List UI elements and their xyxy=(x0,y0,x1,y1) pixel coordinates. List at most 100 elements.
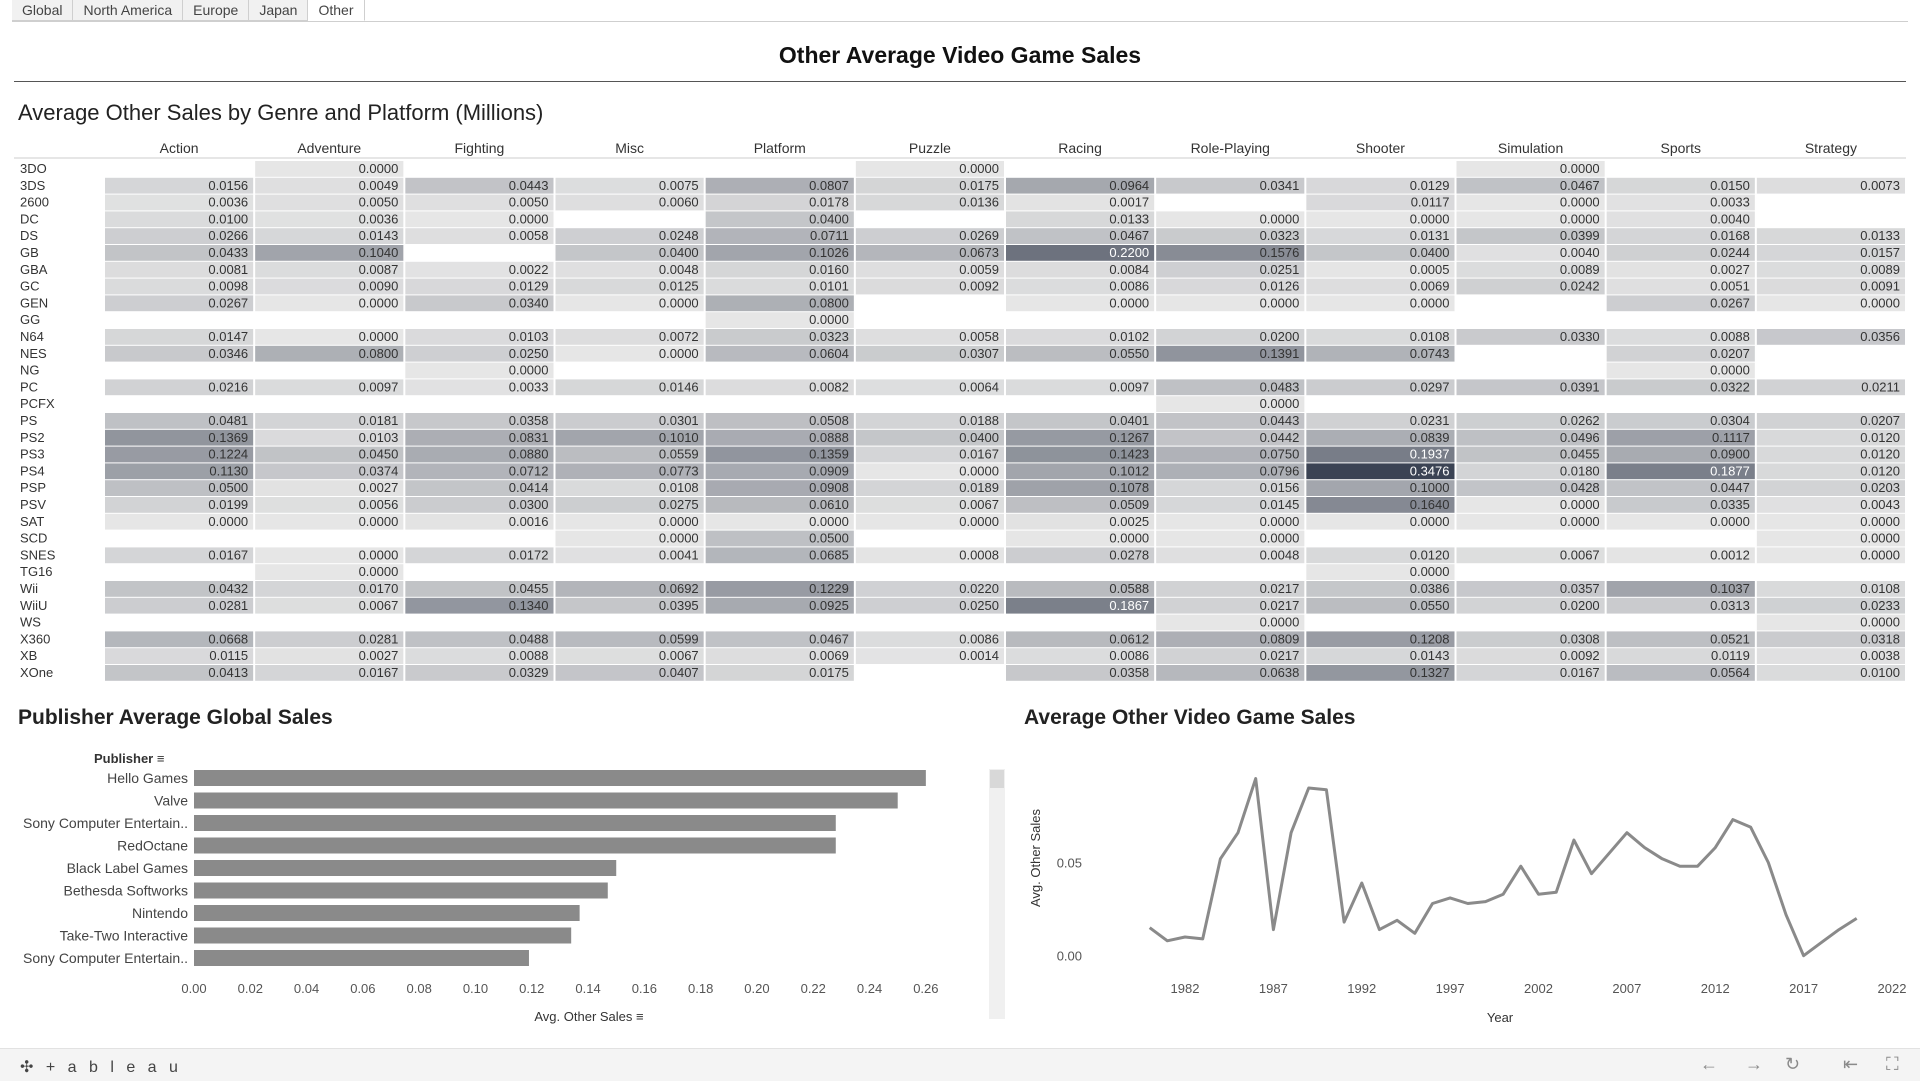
scrollbar-thumb[interactable] xyxy=(990,770,1004,788)
cell-value: 0.0100 xyxy=(1860,665,1900,680)
cell-value: 0.0098 xyxy=(208,279,248,294)
cell-value: 0.0000 xyxy=(359,329,399,344)
row-label: WS xyxy=(20,615,41,630)
cell-value: 0.0087 xyxy=(359,262,399,277)
cell-value: 0.0267 xyxy=(208,295,248,310)
cell-value: 0.0207 xyxy=(1860,413,1900,428)
row-label: PCFX xyxy=(20,396,55,411)
cell-value: 0.0400 xyxy=(659,245,699,260)
cell-value: 0.0102 xyxy=(1109,329,1149,344)
publisher-bar[interactable] xyxy=(194,860,617,876)
cell-value: 0.0467 xyxy=(1109,228,1149,243)
row-label: PSP xyxy=(20,480,46,495)
x-tick-label: 0.18 xyxy=(688,981,713,996)
cell-value: 0.0050 xyxy=(359,195,399,210)
cell-value: 0.1208 xyxy=(1410,631,1450,646)
column-header: Adventure xyxy=(297,140,361,156)
cell-value: 0.0550 xyxy=(1109,346,1149,361)
genre-platform-heatmap: Action Adventure Fighting Misc Platform Puzzl… xyxy=(14,140,1906,681)
cell-value: 0.0048 xyxy=(659,262,699,277)
row-label: XOne xyxy=(20,665,53,680)
revert-icon[interactable]: ↻ xyxy=(1785,1054,1800,1075)
cell-value: 0.0090 xyxy=(359,279,399,294)
cell-value: 0.0275 xyxy=(659,497,699,512)
cell-value: 0.0880 xyxy=(509,447,549,462)
cell-value: 0.0308 xyxy=(1560,631,1600,646)
title-divider xyxy=(14,81,1906,82)
cell-value: 0.0115 xyxy=(209,648,248,663)
publisher-bar[interactable] xyxy=(194,882,608,899)
cell-value: 0.0250 xyxy=(959,598,999,613)
tab-global[interactable]: Global xyxy=(12,0,74,21)
cell-value: 0.0900 xyxy=(1710,447,1750,462)
column-header: Strategy xyxy=(1805,140,1857,156)
cell-value: 0.0143 xyxy=(359,228,399,243)
publisher-bar[interactable] xyxy=(194,837,836,854)
publisher-bar[interactable] xyxy=(194,927,572,944)
tableau-logo[interactable]: ✣ + a b l e a u xyxy=(20,1057,182,1077)
publisher-bar[interactable] xyxy=(194,950,529,966)
cell-value: 0.0447 xyxy=(1710,480,1750,495)
redo-icon[interactable]: → xyxy=(1745,1054,1763,1075)
cell-value: 0.0750 xyxy=(1260,447,1300,462)
cell-value: 0.0000 xyxy=(509,211,549,226)
cell-value: 0.0101 xyxy=(809,279,849,294)
cell-value: 0.0773 xyxy=(659,463,699,478)
cell-value: 0.0067 xyxy=(1560,547,1600,562)
scrollbar-track[interactable] xyxy=(989,769,1005,1019)
cell-value: 0.1391 xyxy=(1260,346,1300,361)
y-tick-label: 0.00 xyxy=(1057,949,1082,964)
cell-value: 0.0097 xyxy=(359,379,399,394)
cell-value: 0.0200 xyxy=(1560,598,1600,613)
cell-value: 0.0000 xyxy=(1410,514,1450,529)
publisher-bar[interactable] xyxy=(194,905,580,921)
cell-value: 0.0016 xyxy=(509,514,549,529)
x-tick-label: 2007 xyxy=(1612,981,1641,996)
cell-value: 0.1000 xyxy=(1410,480,1450,495)
publisher-bar[interactable] xyxy=(194,792,898,809)
fullscreen-icon[interactable]: ⛶ xyxy=(1886,1054,1899,1075)
publisher-label: Valve xyxy=(154,793,188,809)
column-header: Misc xyxy=(615,140,644,156)
tableau-mark-icon: ✣ xyxy=(20,1059,38,1076)
cell-value: 0.0442 xyxy=(1260,430,1300,445)
cell-value: 0.0131 xyxy=(1410,228,1450,243)
cell-value: 0.0450 xyxy=(359,447,399,462)
tab-japan[interactable]: Japan xyxy=(249,0,309,21)
cell-value: 0.0008 xyxy=(959,547,999,562)
publisher-bar[interactable] xyxy=(194,815,836,831)
tab-other[interactable]: Other xyxy=(308,0,365,21)
publisher-bar[interactable] xyxy=(194,770,926,786)
cell-value: 0.0340 xyxy=(509,295,549,310)
cell-value: 0.0356 xyxy=(1860,329,1900,344)
cell-value: 0.0059 xyxy=(959,262,999,277)
cell-value: 0.0964 xyxy=(1109,178,1149,193)
cell-value: 0.0175 xyxy=(809,665,849,680)
cell-value: 0.0000 xyxy=(359,564,399,579)
publisher-label: Bethesda Softworks xyxy=(63,883,188,899)
x-tick-label: 0.06 xyxy=(350,981,375,996)
cell-value: 0.0133 xyxy=(1109,211,1149,226)
column-header: Platform xyxy=(754,140,806,156)
cell-value: 0.0000 xyxy=(659,531,699,546)
column-header: Fighting xyxy=(455,140,505,156)
tab-europe[interactable]: Europe xyxy=(183,0,250,21)
cell-value: 0.0269 xyxy=(959,228,999,243)
first-page-icon[interactable]: ⇤ xyxy=(1843,1054,1858,1075)
sales-line[interactable] xyxy=(1148,777,1858,958)
cell-value: 0.0800 xyxy=(809,295,849,310)
cell-value: 0.0000 xyxy=(1109,531,1149,546)
undo-icon[interactable]: ← xyxy=(1700,1054,1718,1075)
row-label: NES xyxy=(20,346,47,361)
cell-value: 0.0081 xyxy=(208,262,248,277)
cell-value: 0.0242 xyxy=(1560,279,1600,294)
cell-value: 0.0207 xyxy=(1710,346,1750,361)
cell-value: 0.0300 xyxy=(509,497,549,512)
cell-value: 0.0000 xyxy=(1410,564,1450,579)
cell-value: 0.0455 xyxy=(1560,447,1600,462)
cell-value: 0.0033 xyxy=(509,379,549,394)
tab-north-america[interactable]: North America xyxy=(73,0,184,21)
cell-value: 0.0038 xyxy=(1860,648,1900,663)
cell-value: 0.0909 xyxy=(809,463,849,478)
cell-value: 0.0167 xyxy=(208,547,248,562)
